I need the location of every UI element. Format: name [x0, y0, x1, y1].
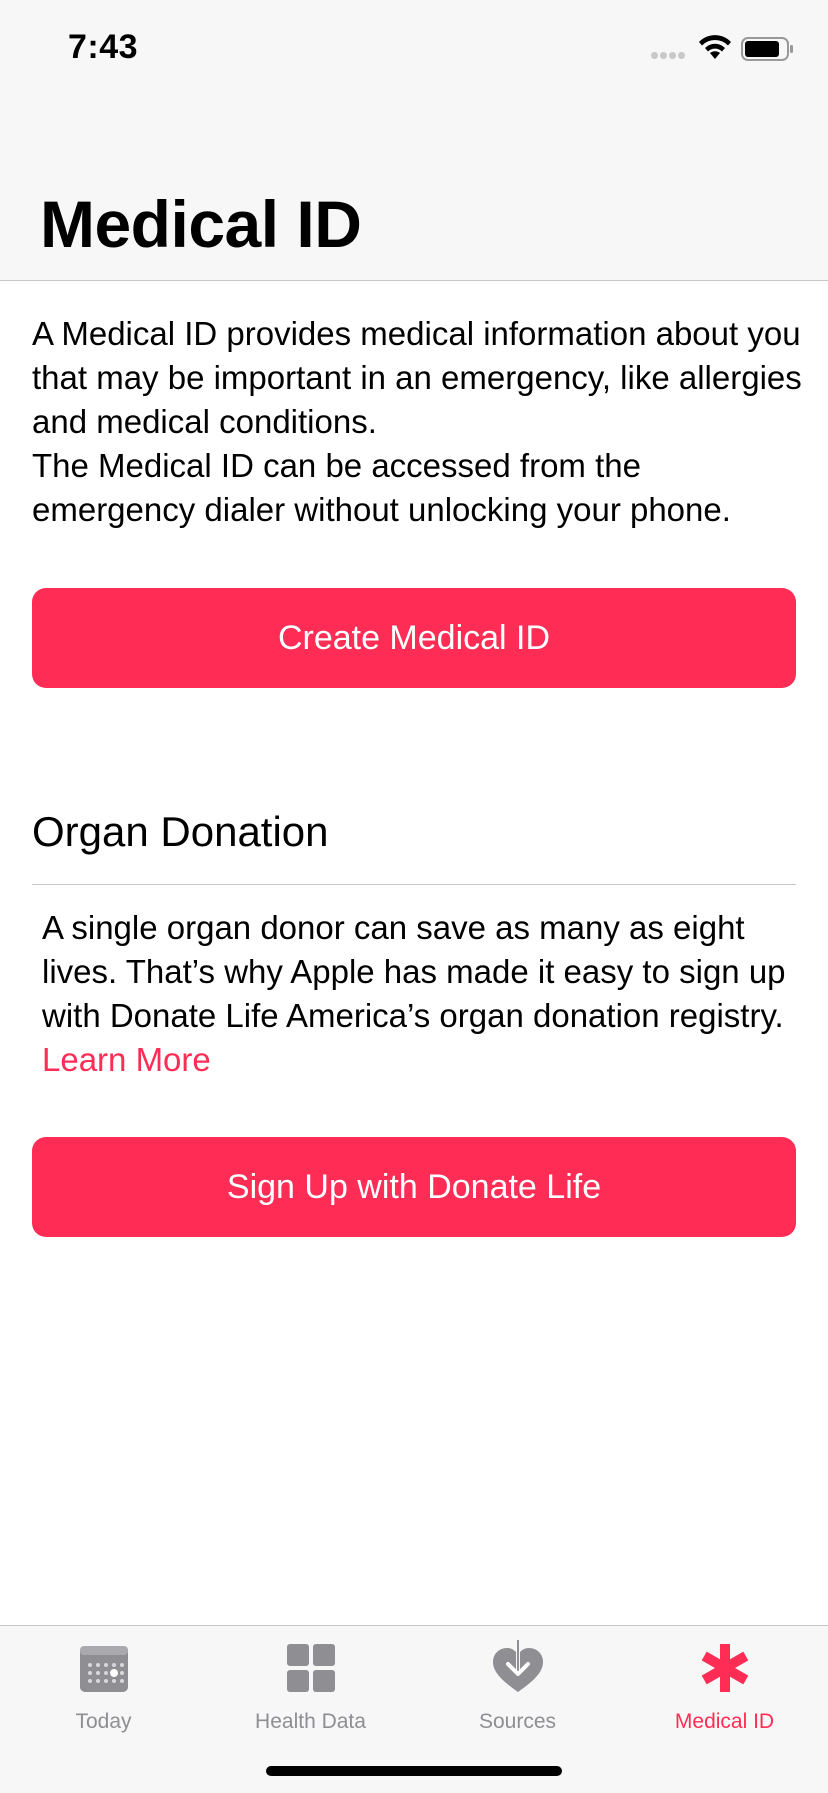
organ-donation-title: Organ Donation: [32, 808, 329, 855]
organ-donation-text: A single organ donor can save as many as…: [42, 906, 802, 1082]
tab-today[interactable]: Today: [0, 1626, 207, 1746]
cellular-signal-icon: [651, 52, 691, 60]
tab-today-label: Today: [75, 1710, 132, 1733]
asterisk-icon: [701, 1644, 748, 1692]
intro-text: A Medical ID provides medical informatio…: [32, 312, 802, 532]
grid-icon: [286, 1644, 335, 1692]
tab-health-data[interactable]: Health Data: [207, 1626, 414, 1746]
section-divider: [32, 884, 796, 885]
tab-medical-id[interactable]: Medical ID: [621, 1626, 828, 1746]
page-title: Medical ID: [40, 187, 362, 261]
intro-paragraph-1: A Medical ID provides medical informatio…: [32, 315, 802, 440]
intro-paragraph-2: The Medical ID can be accessed from the …: [32, 447, 731, 528]
wifi-icon: [699, 35, 731, 59]
status-time: 7:43: [68, 28, 139, 66]
tab-medical-id-label: Medical ID: [674, 1710, 775, 1733]
sign-up-donate-life-button[interactable]: Sign Up with Donate Life: [32, 1137, 796, 1237]
organ-donation-description: A single organ donor can save as many as…: [42, 909, 786, 1034]
tab-health-data-label: Health Data: [255, 1710, 366, 1733]
tab-sources-label: Sources: [478, 1710, 557, 1733]
home-indicator[interactable]: [266, 1766, 562, 1776]
navigation-header: Medical ID: [0, 100, 828, 281]
status-bar: 7:43: [0, 0, 828, 100]
calendar-icon: [79, 1646, 128, 1692]
learn-more-link[interactable]: Learn More: [42, 1041, 211, 1078]
battery-icon: [741, 37, 793, 61]
create-medical-id-button[interactable]: Create Medical ID: [32, 588, 796, 688]
heart-download-icon: [492, 1640, 543, 1692]
tab-sources[interactable]: Sources: [414, 1626, 621, 1746]
